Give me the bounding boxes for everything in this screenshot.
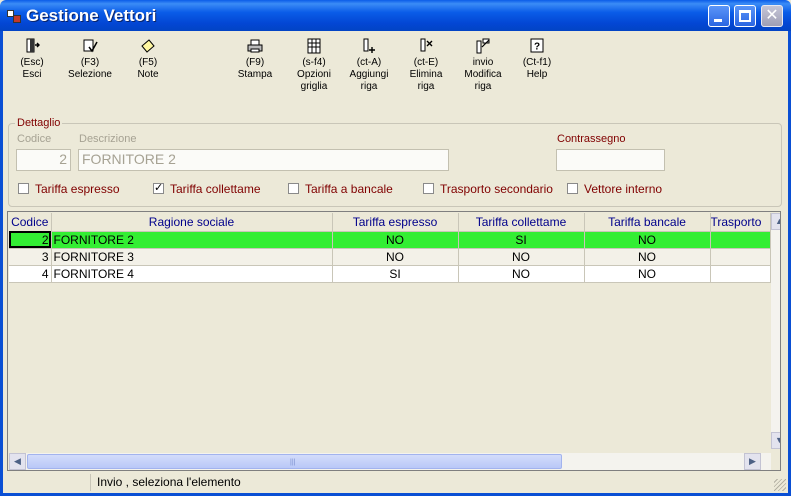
checkbox-box-checked: [153, 181, 164, 194]
horizontal-scroll-thumb[interactable]: |||: [27, 454, 562, 469]
edit-row-icon: [476, 38, 490, 54]
grid-options-icon: [307, 38, 321, 54]
exit-button[interactable]: (Esc) Esci: [17, 38, 47, 81]
selection-button[interactable]: (F3) Selezione: [63, 38, 117, 81]
note-button[interactable]: (F5) Note: [133, 38, 163, 81]
tariffa-bancale-checkbox[interactable]: Tariffa a bancale: [288, 182, 393, 196]
title-bar: Gestione Vettori ✕: [0, 0, 791, 31]
help-icon: ?: [530, 38, 544, 53]
column-header-codice[interactable]: Codice: [9, 213, 52, 232]
cell-tariffa-espresso[interactable]: NO: [332, 248, 459, 266]
contrassegno-label: Contrassegno: [557, 133, 626, 145]
column-header-tariffa-espresso[interactable]: Tariffa espresso: [332, 213, 459, 232]
cell-tariffa-espresso[interactable]: SI: [332, 265, 459, 283]
cell-trasporto[interactable]: [710, 265, 771, 283]
add-row-button[interactable]: (ct-A) Aggiungi riga: [345, 38, 393, 93]
column-header-trasporto[interactable]: Trasporto: [710, 213, 771, 232]
codice-label: Codice: [17, 133, 52, 145]
delete-row-icon: [420, 38, 433, 52]
codice-field[interactable]: 2: [16, 149, 71, 171]
cell-tariffa-espresso[interactable]: NO: [332, 231, 459, 249]
add-row-icon: [363, 38, 375, 53]
descrizione-field[interactable]: FORNITORE 2: [78, 149, 449, 171]
cell-tariffa-bancale[interactable]: NO: [584, 265, 711, 283]
cell-tariffa-bancale[interactable]: NO: [584, 248, 711, 266]
scroll-down-icon[interactable]: ▼: [771, 432, 780, 449]
detail-group-title: Dettaglio: [15, 117, 63, 129]
close-button[interactable]: ✕: [761, 5, 783, 27]
svg-text:?: ?: [534, 42, 540, 53]
maximize-button[interactable]: [734, 5, 756, 27]
scroll-up-icon[interactable]: ▲: [771, 213, 780, 230]
horizontal-scrollbar[interactable]: ◀ ||| ▶: [9, 453, 771, 470]
printer-icon: [247, 39, 263, 53]
grip-icon: |||: [290, 459, 296, 466]
cell-trasporto[interactable]: [710, 231, 771, 249]
status-text: Invio , seleziona l'elemento: [97, 475, 241, 489]
cell-ragione-sociale[interactable]: FORNITORE 2: [51, 231, 333, 249]
data-grid[interactable]: Codice Ragione sociale Tariffa espresso …: [7, 211, 781, 471]
column-header-ragione-sociale[interactable]: Ragione sociale: [51, 213, 333, 232]
descrizione-label: Descrizione: [79, 133, 137, 145]
cell-trasporto[interactable]: [710, 248, 771, 266]
checkbox-box: [18, 183, 29, 194]
checkbox-box: [567, 183, 578, 194]
status-panel-empty: [3, 474, 91, 491]
note-icon: [141, 39, 155, 53]
trasporto-secondario-checkbox[interactable]: Trasporto secondario: [423, 182, 553, 196]
scroll-left-icon[interactable]: ◀: [9, 453, 26, 470]
exit-door-icon: [26, 38, 40, 53]
resize-grip-icon[interactable]: [774, 479, 786, 491]
column-header-tariffa-collettame[interactable]: Tariffa collettame: [458, 213, 585, 232]
cell-tariffa-collettame[interactable]: NO: [458, 248, 585, 266]
minimize-button[interactable]: [708, 5, 730, 27]
minimize-icon: [714, 19, 722, 22]
help-button[interactable]: ? (Ct-f1) Help: [520, 38, 554, 81]
table-row[interactable]: 2 FORNITORE 2 NO SI NO: [9, 231, 771, 249]
cell-tariffa-collettame[interactable]: SI: [458, 231, 585, 249]
column-header-tariffa-bancale[interactable]: Tariffa bancale: [584, 213, 711, 232]
cell-ragione-sociale[interactable]: FORNITORE 3: [51, 248, 333, 266]
vertical-scrollbar[interactable]: ▲ ▼: [771, 213, 780, 449]
contrassegno-field[interactable]: [556, 149, 665, 171]
cell-codice[interactable]: 4: [9, 265, 52, 283]
table-row[interactable]: 3 FORNITORE 3 NO NO NO: [9, 248, 771, 266]
tariffa-collettame-checkbox[interactable]: Tariffa collettame: [153, 181, 261, 196]
grid-options-button[interactable]: (s-f4) Opzioni griglia: [292, 38, 336, 93]
print-button[interactable]: (F9) Stampa: [234, 38, 276, 81]
checkbox-box: [423, 183, 434, 194]
maximize-icon: [739, 10, 751, 22]
delete-row-button[interactable]: (ct-E) Elimina riga: [406, 38, 446, 93]
checkbox-box: [288, 183, 299, 194]
cell-ragione-sociale[interactable]: FORNITORE 4: [51, 265, 333, 283]
table-row[interactable]: 4 FORNITORE 4 SI NO NO: [9, 265, 771, 283]
vettore-interno-checkbox[interactable]: Vettore interno: [567, 182, 662, 196]
selection-check-icon: [83, 39, 98, 53]
cell-tariffa-collettame[interactable]: NO: [458, 265, 585, 283]
window-title: Gestione Vettori: [26, 6, 157, 25]
grid-table: Codice Ragione sociale Tariffa espresso …: [9, 213, 771, 283]
status-bar: Invio , seleziona l'elemento: [3, 474, 788, 492]
scroll-right-icon[interactable]: ▶: [744, 453, 761, 470]
cell-codice[interactable]: 2: [9, 231, 52, 249]
close-icon: ✕: [765, 7, 779, 24]
tariffa-espresso-checkbox[interactable]: Tariffa espresso: [18, 182, 120, 196]
cell-tariffa-bancale[interactable]: NO: [584, 231, 711, 249]
app-icon[interactable]: [6, 8, 22, 24]
edit-row-button[interactable]: invio Modifica riga: [460, 38, 506, 93]
cell-codice[interactable]: 3: [9, 248, 52, 266]
